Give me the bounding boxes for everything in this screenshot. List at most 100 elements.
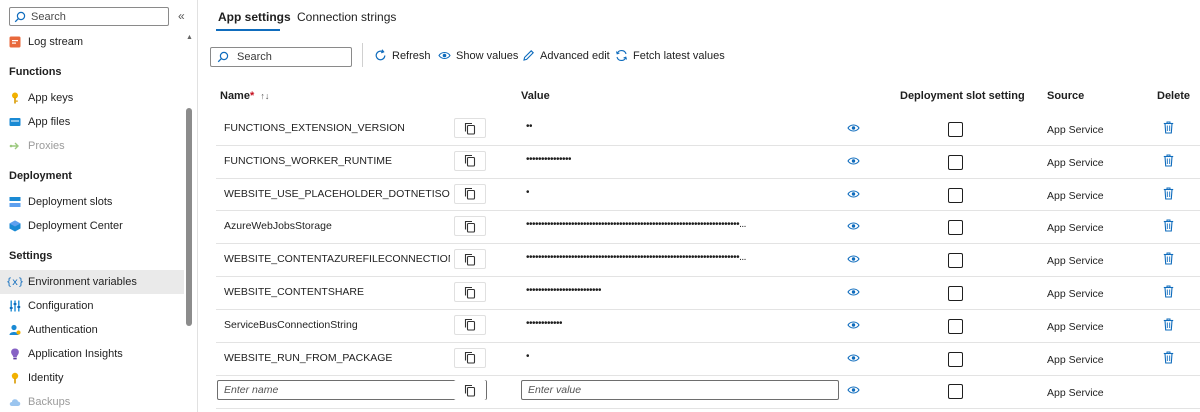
sidebar-scrollbar[interactable] (186, 108, 192, 326)
refresh-icon (375, 49, 386, 61)
new-setting-name-input[interactable]: Enter name (217, 380, 487, 400)
setting-name[interactable]: WEBSITE_USE_PLACEHOLDER_DOTNETISOLATED (224, 188, 450, 200)
delete-icon[interactable] (1163, 351, 1174, 367)
sidebar-item-log-stream[interactable]: Log stream (0, 30, 184, 54)
sidebar-item-configuration[interactable]: Configuration (0, 294, 184, 318)
copy-icon (464, 122, 476, 135)
sidebar-item-proxies[interactable]: Proxies (0, 134, 184, 158)
sidebar-item-app-keys[interactable]: App keys (0, 86, 184, 110)
setting-name[interactable]: WEBSITE_CONTENTSHARE (224, 286, 364, 298)
search-icon (217, 51, 229, 63)
sidebar-item-deployment-slots[interactable]: Deployment slots (0, 190, 184, 214)
sort-icon[interactable]: ↑↓ (260, 91, 269, 101)
setting-name[interactable]: FUNCTIONS_WORKER_RUNTIME (224, 155, 392, 167)
section-heading-settings: Settings (9, 250, 53, 262)
settings-search-input[interactable]: Search (210, 47, 352, 67)
column-header-deployment-slot-setting: Deployment slot setting (900, 90, 1025, 102)
deployment-slot-checkbox[interactable] (948, 384, 963, 399)
backups-icon (9, 396, 21, 408)
copy-button[interactable] (454, 282, 486, 302)
copy-button[interactable] (454, 216, 486, 237)
eye-icon[interactable] (847, 254, 860, 267)
sidebar-item-deployment-center[interactable]: Deployment Center (0, 214, 184, 238)
source-cell: App Service (1047, 353, 1104, 366)
deployment-slot-checkbox[interactable] (948, 154, 963, 170)
deployment-slot-checkbox[interactable] (948, 122, 963, 137)
setting-value: • (526, 350, 530, 362)
eye-icon[interactable] (847, 320, 860, 333)
delete-icon[interactable] (1163, 318, 1174, 334)
row-divider (216, 308, 1200, 310)
setting-name[interactable]: ServiceBusConnectionString (224, 319, 358, 331)
eye-icon[interactable] (847, 189, 860, 202)
source-cell: App Service (1047, 255, 1104, 268)
delete-icon[interactable] (1163, 154, 1174, 170)
copy-button[interactable] (454, 150, 486, 171)
value-placeholder: Enter value (528, 384, 582, 396)
eye-icon[interactable] (847, 385, 860, 395)
key-icon (9, 92, 21, 104)
sidebar-search-input[interactable]: Search (9, 7, 169, 26)
deployment-slot-checkbox[interactable] (948, 318, 963, 334)
refresh-label: Refresh (392, 49, 431, 62)
app-files-icon (9, 116, 21, 128)
sidebar-item-identity[interactable]: Identity (0, 366, 184, 390)
delete-icon[interactable] (1163, 285, 1174, 301)
scroll-up-icon[interactable]: ▲ (186, 34, 193, 41)
eye-icon[interactable] (847, 156, 860, 169)
copy-button[interactable] (454, 380, 486, 400)
sidebar-item-app-files[interactable]: App files (0, 110, 184, 134)
show-values-button[interactable]: Show values (438, 49, 518, 62)
delete-icon[interactable] (1163, 187, 1174, 203)
refresh-button[interactable]: Refresh (374, 49, 431, 62)
eye-icon[interactable] (847, 353, 860, 366)
copy-icon (464, 188, 476, 200)
new-setting-value-input[interactable]: Enter value (521, 380, 839, 400)
tab-connection-strings[interactable]: Connection strings (297, 10, 396, 24)
sidebar-item-environment-variables[interactable]: {x} Environment variables (0, 270, 184, 294)
copy-button[interactable] (454, 314, 486, 335)
collapse-sidebar-button[interactable]: « (178, 9, 185, 23)
deployment-slot-checkbox[interactable] (948, 286, 963, 301)
copy-button[interactable] (454, 347, 486, 368)
deployment-slot-checkbox[interactable] (948, 351, 963, 367)
copy-button[interactable] (454, 118, 486, 138)
tab-app-settings[interactable]: App settings (218, 10, 291, 24)
setting-name[interactable]: AzureWebJobsStorage (224, 220, 332, 232)
delete-icon[interactable] (1163, 121, 1174, 137)
delete-icon[interactable] (1163, 252, 1174, 268)
copy-button[interactable] (454, 183, 486, 204)
copy-icon (464, 253, 476, 266)
eye-icon[interactable] (847, 123, 860, 136)
identity-icon (9, 372, 21, 384)
sidebar-item-application-insights[interactable]: Application Insights (0, 342, 184, 366)
copy-button[interactable] (454, 249, 486, 270)
toolbar-divider (362, 43, 363, 67)
sidebar-item-label: Deployment Center (28, 220, 123, 232)
copy-icon (464, 155, 476, 167)
settings-search-placeholder: Search (237, 51, 272, 63)
sidebar-item-authentication[interactable]: Authentication (0, 318, 184, 342)
pencil-icon (523, 50, 534, 61)
setting-name[interactable]: WEBSITE_CONTENTAZUREFILECONNECTIONSTRI..… (224, 253, 450, 265)
column-header-name[interactable]: Name* ↑↓ (220, 90, 269, 102)
deployment-slot-checkbox[interactable] (948, 220, 963, 236)
setting-name[interactable]: FUNCTIONS_EXTENSION_VERSION (224, 122, 405, 134)
deployment-slot-checkbox[interactable] (948, 187, 963, 203)
deployment-slot-checkbox[interactable] (948, 253, 963, 269)
setting-name[interactable]: WEBSITE_RUN_FROM_PACKAGE (224, 352, 392, 364)
application-insights-icon (9, 348, 21, 360)
column-header-delete: Delete (1157, 90, 1191, 102)
row-divider (216, 276, 1200, 277)
deployment-center-icon (9, 220, 21, 232)
fetch-latest-values-button[interactable]: Fetch latest values (615, 49, 725, 62)
search-icon (14, 11, 26, 22)
advanced-edit-button[interactable]: Advanced edit (522, 49, 610, 62)
show-values-label: Show values (456, 49, 519, 62)
row-divider (216, 210, 1200, 212)
sidebar-item-backups[interactable]: Backups (0, 390, 184, 412)
copy-icon (464, 352, 476, 364)
eye-icon[interactable] (847, 221, 860, 234)
delete-icon[interactable] (1163, 219, 1174, 235)
eye-icon[interactable] (847, 287, 860, 300)
